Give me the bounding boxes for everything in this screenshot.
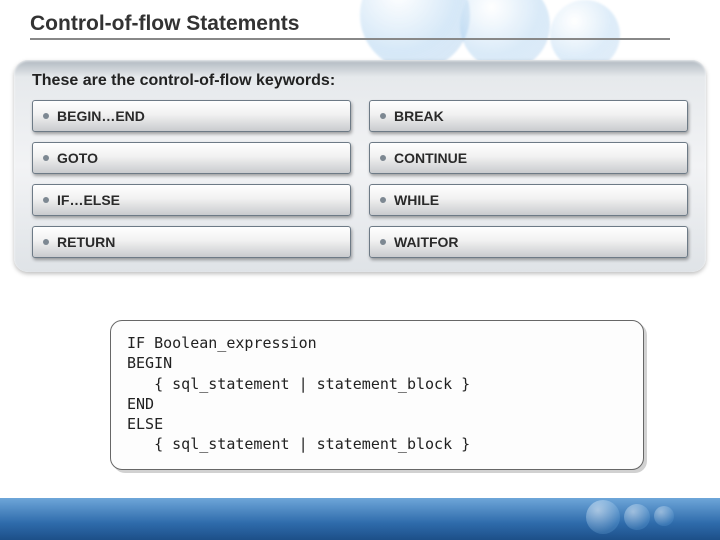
code-example: IF Boolean_expression BEGIN { sql_statem…	[110, 320, 644, 470]
bullet-icon	[43, 113, 49, 119]
bullet-icon	[380, 155, 386, 161]
bullet-icon	[43, 197, 49, 203]
slide-title: Control-of-flow Statements	[30, 12, 670, 40]
footer-band	[0, 498, 720, 540]
keyword-item: BREAK	[369, 100, 688, 132]
keyword-label: BEGIN…END	[57, 108, 145, 124]
footer-decorative-bubbles	[570, 498, 690, 538]
panel-heading: These are the control-of-flow keywords:	[14, 70, 706, 100]
keyword-label: RETURN	[57, 234, 115, 250]
keyword-item: IF…ELSE	[32, 184, 351, 216]
bullet-icon	[380, 197, 386, 203]
keyword-item: GOTO	[32, 142, 351, 174]
keyword-label: CONTINUE	[394, 150, 467, 166]
keyword-label: WAITFOR	[394, 234, 459, 250]
bullet-icon	[43, 239, 49, 245]
keyword-label: IF…ELSE	[57, 192, 120, 208]
keyword-item: WAITFOR	[369, 226, 688, 258]
bullet-icon	[380, 239, 386, 245]
keyword-item: RETURN	[32, 226, 351, 258]
keyword-item: CONTINUE	[369, 142, 688, 174]
keyword-label: WHILE	[394, 192, 439, 208]
keyword-item: BEGIN…END	[32, 100, 351, 132]
keywords-panel: These are the control-of-flow keywords: …	[14, 60, 706, 272]
bullet-icon	[43, 155, 49, 161]
keyword-label: GOTO	[57, 150, 98, 166]
keyword-item: WHILE	[369, 184, 688, 216]
keywords-grid: BEGIN…END BREAK GOTO CONTINUE IF…ELSE WH…	[14, 100, 706, 258]
slide: Control-of-flow Statements These are the…	[0, 0, 720, 540]
bullet-icon	[380, 113, 386, 119]
keyword-label: BREAK	[394, 108, 444, 124]
